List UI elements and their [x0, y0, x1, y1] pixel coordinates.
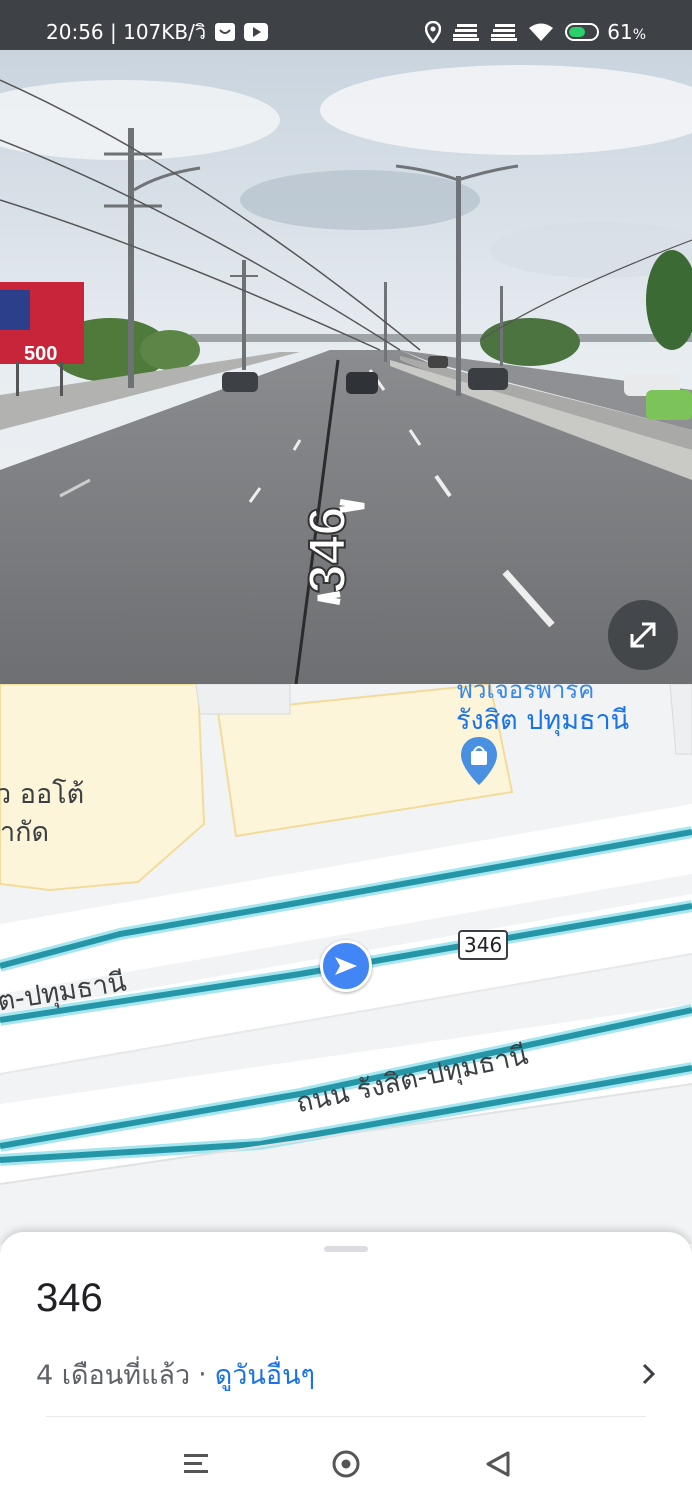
- signal-icon: [453, 23, 480, 41]
- signal-icon: [491, 23, 518, 41]
- business-label-1[interactable]: ว ออโต้: [0, 772, 84, 815]
- battery-percent: 61%: [607, 20, 646, 44]
- street-view-panorama[interactable]: 500 346: [0, 50, 692, 684]
- back-icon: [484, 1450, 512, 1478]
- navigation-arrow-icon: [333, 955, 359, 977]
- map-view[interactable]: ฟิวเจอร์พาร์ค รังสิต ปทุมธานี ว ออโต้ าก…: [0, 684, 692, 1244]
- expand-button[interactable]: [608, 600, 678, 670]
- current-position-marker[interactable]: [320, 940, 372, 992]
- photo-age: 4 เดือนที่แล้ว: [36, 1359, 191, 1391]
- place-title: 346: [36, 1276, 103, 1320]
- status-left: 20:56 | 107KB/วิ: [46, 16, 269, 48]
- chevron-right-icon[interactable]: [642, 1363, 656, 1385]
- youtube-icon: [244, 23, 269, 41]
- home-button[interactable]: [324, 1442, 368, 1486]
- back-button[interactable]: [476, 1442, 520, 1486]
- face-notification-icon: [214, 22, 236, 42]
- battery-fill: [569, 27, 586, 37]
- battery-icon: 61%: [565, 20, 646, 44]
- location-icon: [425, 21, 442, 43]
- shopping-bag-pin-icon[interactable]: [460, 736, 498, 786]
- home-icon: [331, 1449, 361, 1479]
- battery-value: 61: [607, 20, 633, 44]
- wifi-icon: [529, 23, 554, 41]
- billboard-text: 500: [24, 343, 57, 365]
- system-nav-bar: [0, 1428, 692, 1500]
- menu-icon: [182, 1452, 210, 1476]
- business-label-2[interactable]: ากัด: [0, 810, 49, 853]
- battery-unit: %: [632, 27, 646, 43]
- drag-handle[interactable]: [324, 1246, 368, 1252]
- date-row[interactable]: 4 เดือนที่แล้ว · ดูวันอื่นๆ: [36, 1352, 656, 1396]
- expand-icon: [626, 618, 660, 652]
- bottom-sheet[interactable]: 346 4 เดือนที่แล้ว · ดูวันอื่นๆ: [0, 1232, 692, 1500]
- battery-body: [565, 23, 600, 41]
- menu-button[interactable]: [174, 1442, 218, 1486]
- divider: [46, 1416, 646, 1417]
- route-shield: 346: [458, 930, 509, 960]
- status-time-speed: 20:56 | 107KB/วิ: [46, 20, 207, 44]
- status-right: 61%: [425, 20, 646, 44]
- street-view-image: 500 346: [0, 50, 692, 684]
- separator: ·: [198, 1358, 207, 1390]
- poi-name[interactable]: รังสิต ปทุมธานี: [456, 698, 629, 741]
- see-other-dates-link[interactable]: ดูวันอื่นๆ: [215, 1353, 315, 1396]
- street-view-road-label: 346: [299, 507, 357, 594]
